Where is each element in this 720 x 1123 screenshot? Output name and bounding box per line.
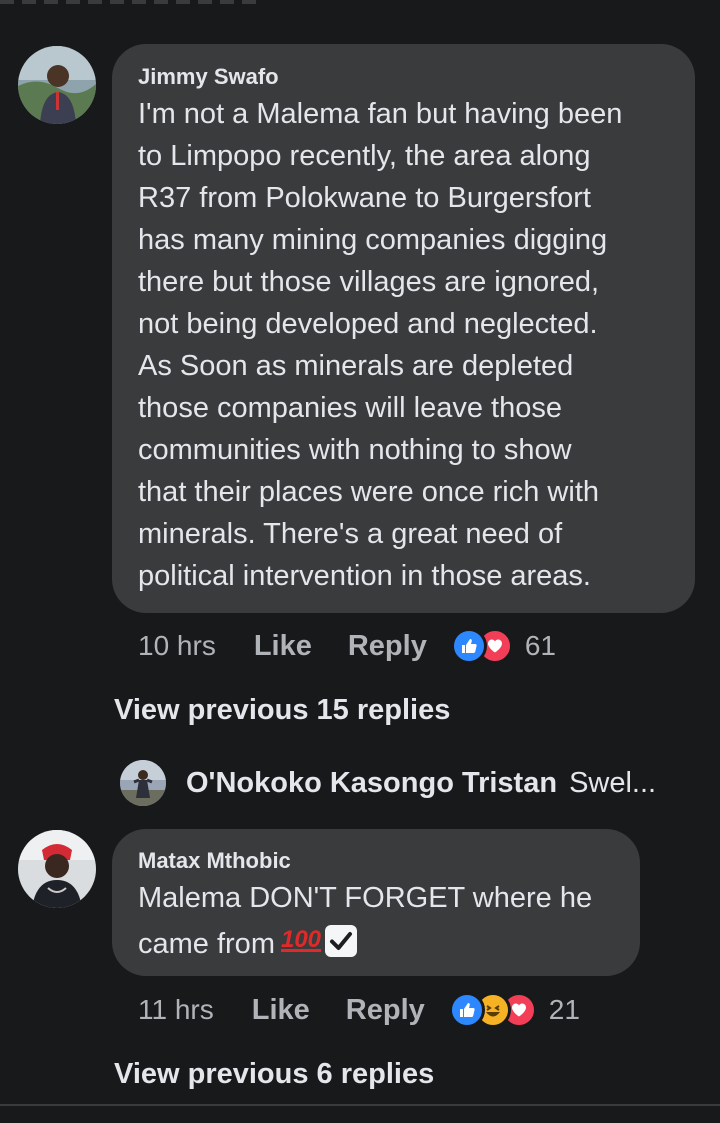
top-divider [0, 0, 720, 6]
comment-timestamp[interactable]: 10 hrs [138, 630, 216, 662]
bottom-divider [0, 1104, 720, 1106]
reply-button[interactable]: Reply [348, 630, 427, 663]
reply-avatar [120, 760, 166, 806]
view-previous-replies[interactable]: View previous 6 replies [114, 1058, 434, 1091]
reactions-summary[interactable] [448, 992, 537, 1028]
comment-timestamp[interactable]: 11 hrs [138, 994, 214, 1026]
comment-author[interactable]: Jimmy Swafo [138, 64, 279, 90]
profile-photo-icon [120, 760, 166, 806]
reactions-summary[interactable] [450, 628, 513, 664]
reaction-count[interactable]: 21 [549, 994, 580, 1026]
reaction-count[interactable]: 61 [525, 630, 556, 662]
comment-author[interactable]: Matax Mthobic [138, 848, 291, 874]
check-mark-icon [325, 925, 358, 957]
reply-preview[interactable]: O'Nokoko Kasongo Tristan Swel... [120, 758, 656, 808]
like-icon [448, 992, 485, 1028]
profile-photo-icon [18, 46, 96, 124]
comment-actions: 11 hrs Like Reply 21 [138, 990, 580, 1030]
like-icon [450, 628, 487, 664]
comment-text: I'm not a Malema fan but having been to … [138, 98, 623, 592]
view-previous-replies[interactable]: View previous 15 replies [114, 694, 450, 727]
reply-author[interactable]: O'Nokoko Kasongo Tristan [186, 767, 557, 800]
like-button[interactable]: Like [252, 994, 310, 1027]
comment-text: Malema DON'T FORGET where he came from 10… [138, 877, 633, 965]
comment-actions: 10 hrs Like Reply 61 [138, 626, 556, 666]
like-button[interactable]: Like [254, 630, 312, 663]
comment-text-body: Malema DON'T FORGET where he came from [138, 882, 593, 960]
profile-photo-icon [18, 830, 96, 908]
avatar[interactable] [18, 830, 96, 908]
hundred-points-emoji: 100 [280, 926, 322, 953]
avatar[interactable] [18, 46, 96, 124]
reply-snippet: Swel... [569, 766, 657, 799]
reply-button[interactable]: Reply [346, 994, 425, 1027]
